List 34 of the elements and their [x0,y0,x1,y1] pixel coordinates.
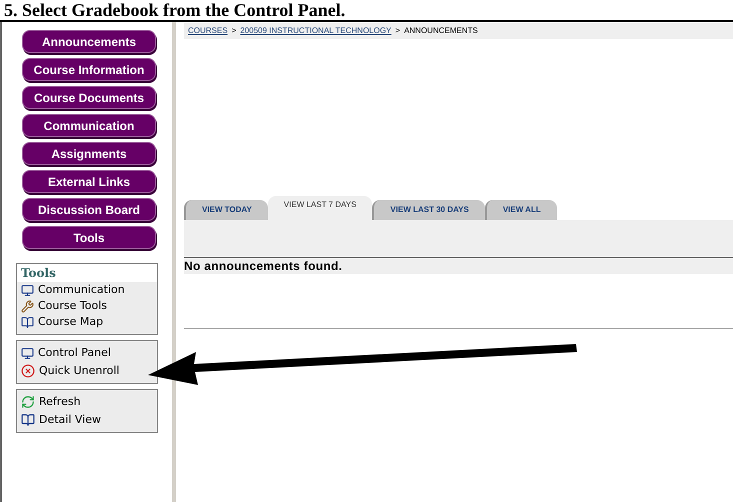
sidebar-link[interactable]: Course Map [21,314,104,330]
breadcrumb-link[interactable]: 200509 INSTRUCTIONAL TECHNOLOGY [240,25,392,37]
sidebar-link[interactable]: Control Panel [21,345,111,361]
panel-title: Tools [17,264,157,282]
nav-button[interactable]: Announcements [22,30,156,53]
sidebar-link[interactable]: Communication [21,282,125,298]
sidebar-link[interactable]: Course Tools [21,298,107,314]
book-icon [21,413,35,427]
book-icon [21,316,34,328]
breadcrumb-current: ANNOUNCEMENTS [404,25,478,37]
view-tab[interactable]: VIEW ALL [484,200,557,220]
message-text: No announcements found. [184,258,733,274]
refresh-icon [21,395,35,409]
monitor-icon [21,284,34,296]
sidebar-link[interactable]: Refresh [21,394,81,410]
nav-button[interactable]: External Links [22,170,156,193]
view-tab[interactable]: VIEW LAST 7 DAYS [268,196,372,220]
nav-button[interactable]: Tools [22,226,156,249]
nav-button[interactable]: Course Documents [22,86,156,109]
monitor-icon [21,346,34,360]
wrench-icon [21,300,34,312]
view-tab[interactable]: VIEW LAST 30 DAYS [372,200,485,220]
sidebar-link[interactable]: Quick Unenroll [21,363,120,379]
breadcrumb-separator: > [232,25,236,37]
nav-button[interactable]: Discussion Board [22,198,156,221]
breadcrumb-separator: > [395,25,400,37]
breadcrumb-link[interactable]: COURSES [188,25,228,37]
nav-button[interactable]: Course Information [22,58,156,81]
sidebar-link[interactable]: Detail View [21,412,102,428]
nav-button[interactable]: Assignments [22,142,156,165]
view-tab[interactable]: VIEW TODAY [184,200,268,220]
nav-button[interactable]: Communication [22,114,156,137]
close-circle-icon [21,364,35,378]
document-heading: 5. Select Gradebook from the Control Panel. [3,0,346,20]
